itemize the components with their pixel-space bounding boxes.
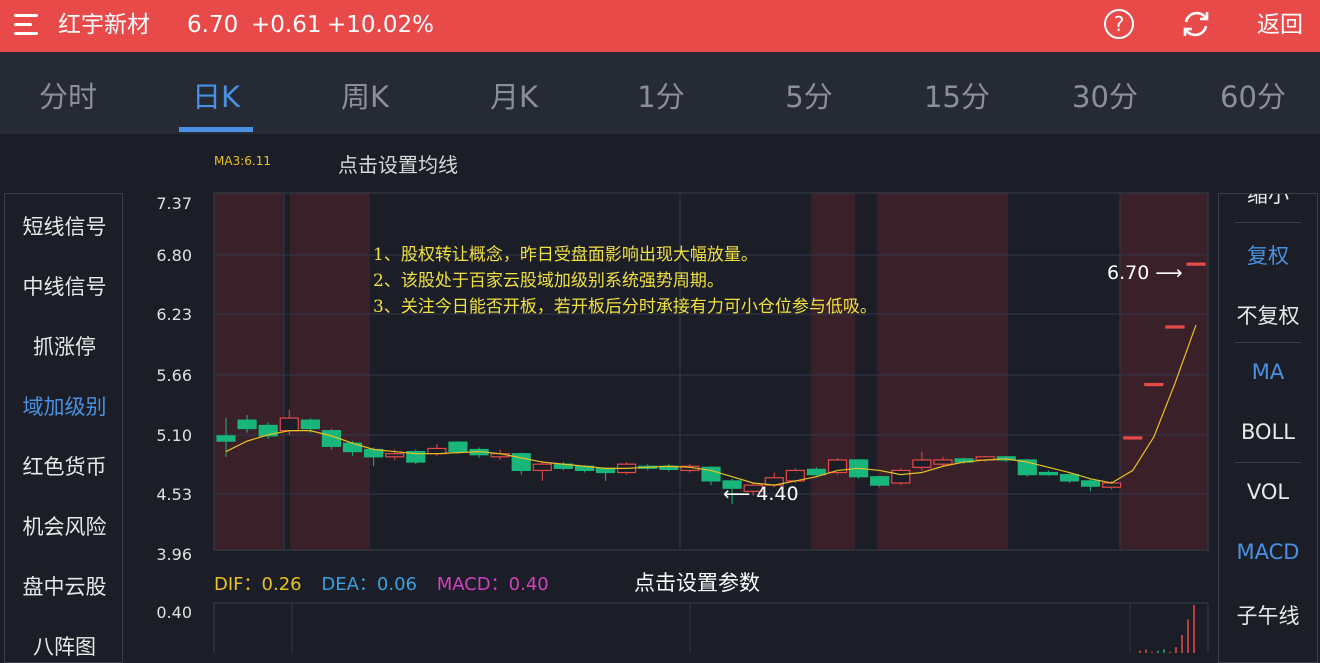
ma3-line	[225, 324, 1197, 486]
macd-frame	[213, 602, 1209, 653]
candle-body	[1102, 482, 1122, 488]
macd-y-tick: 0.40	[156, 603, 192, 622]
candle-body	[216, 435, 236, 442]
candle-body	[237, 419, 257, 430]
annotation-line: 1、股权转让概念，昨日受盘面影响出现大幅放量。	[373, 245, 758, 265]
annotation-line: 2、该股处于百家云股域加级别系统强势周期。	[373, 271, 724, 291]
shaded-region	[1120, 193, 1208, 550]
shaded-region	[214, 193, 284, 550]
candle-body	[933, 459, 953, 465]
candle-body	[1123, 436, 1143, 440]
latest-price-marker: 6.70 ⟶	[1107, 262, 1183, 284]
candle-body	[891, 469, 911, 484]
candle-body	[806, 468, 827, 476]
candle-body	[1186, 262, 1206, 266]
shaded-region	[877, 193, 1008, 550]
low-price-marker: ⟵ 4.40	[723, 483, 799, 505]
macd-legend: DIF：0.26 DEA：0.06 MACD：0.40	[214, 570, 549, 596]
shaded-region	[290, 193, 370, 550]
kline-chart[interactable]	[0, 0, 1320, 653]
candle-body	[448, 441, 468, 453]
candle-body	[1059, 474, 1080, 482]
candle-body	[532, 463, 552, 472]
annotation-line: 3、关注今日能否开板，若开板后分时承接有力可小仓位参与低吸。	[373, 297, 877, 317]
candle-body	[912, 459, 932, 468]
candle-body	[1080, 480, 1101, 487]
dif-value: DIF：0.26	[214, 574, 302, 595]
candle-body	[870, 476, 890, 486]
macd-value: MACD：0.40	[436, 574, 549, 595]
candle-body	[385, 453, 405, 458]
candle-body	[300, 419, 320, 430]
candle-body	[1165, 325, 1185, 329]
latest-price-value: 6.70	[1107, 262, 1150, 284]
candle-body	[595, 467, 616, 474]
dea-value: DEA：0.06	[321, 574, 417, 595]
candle-body	[1144, 382, 1164, 387]
candle-body	[1038, 471, 1058, 476]
shaded-region	[811, 193, 855, 550]
set-macd-params-button[interactable]: 点击设置参数	[634, 567, 760, 597]
low-price-value: 4.40	[756, 483, 799, 505]
candle-body	[279, 417, 299, 432]
